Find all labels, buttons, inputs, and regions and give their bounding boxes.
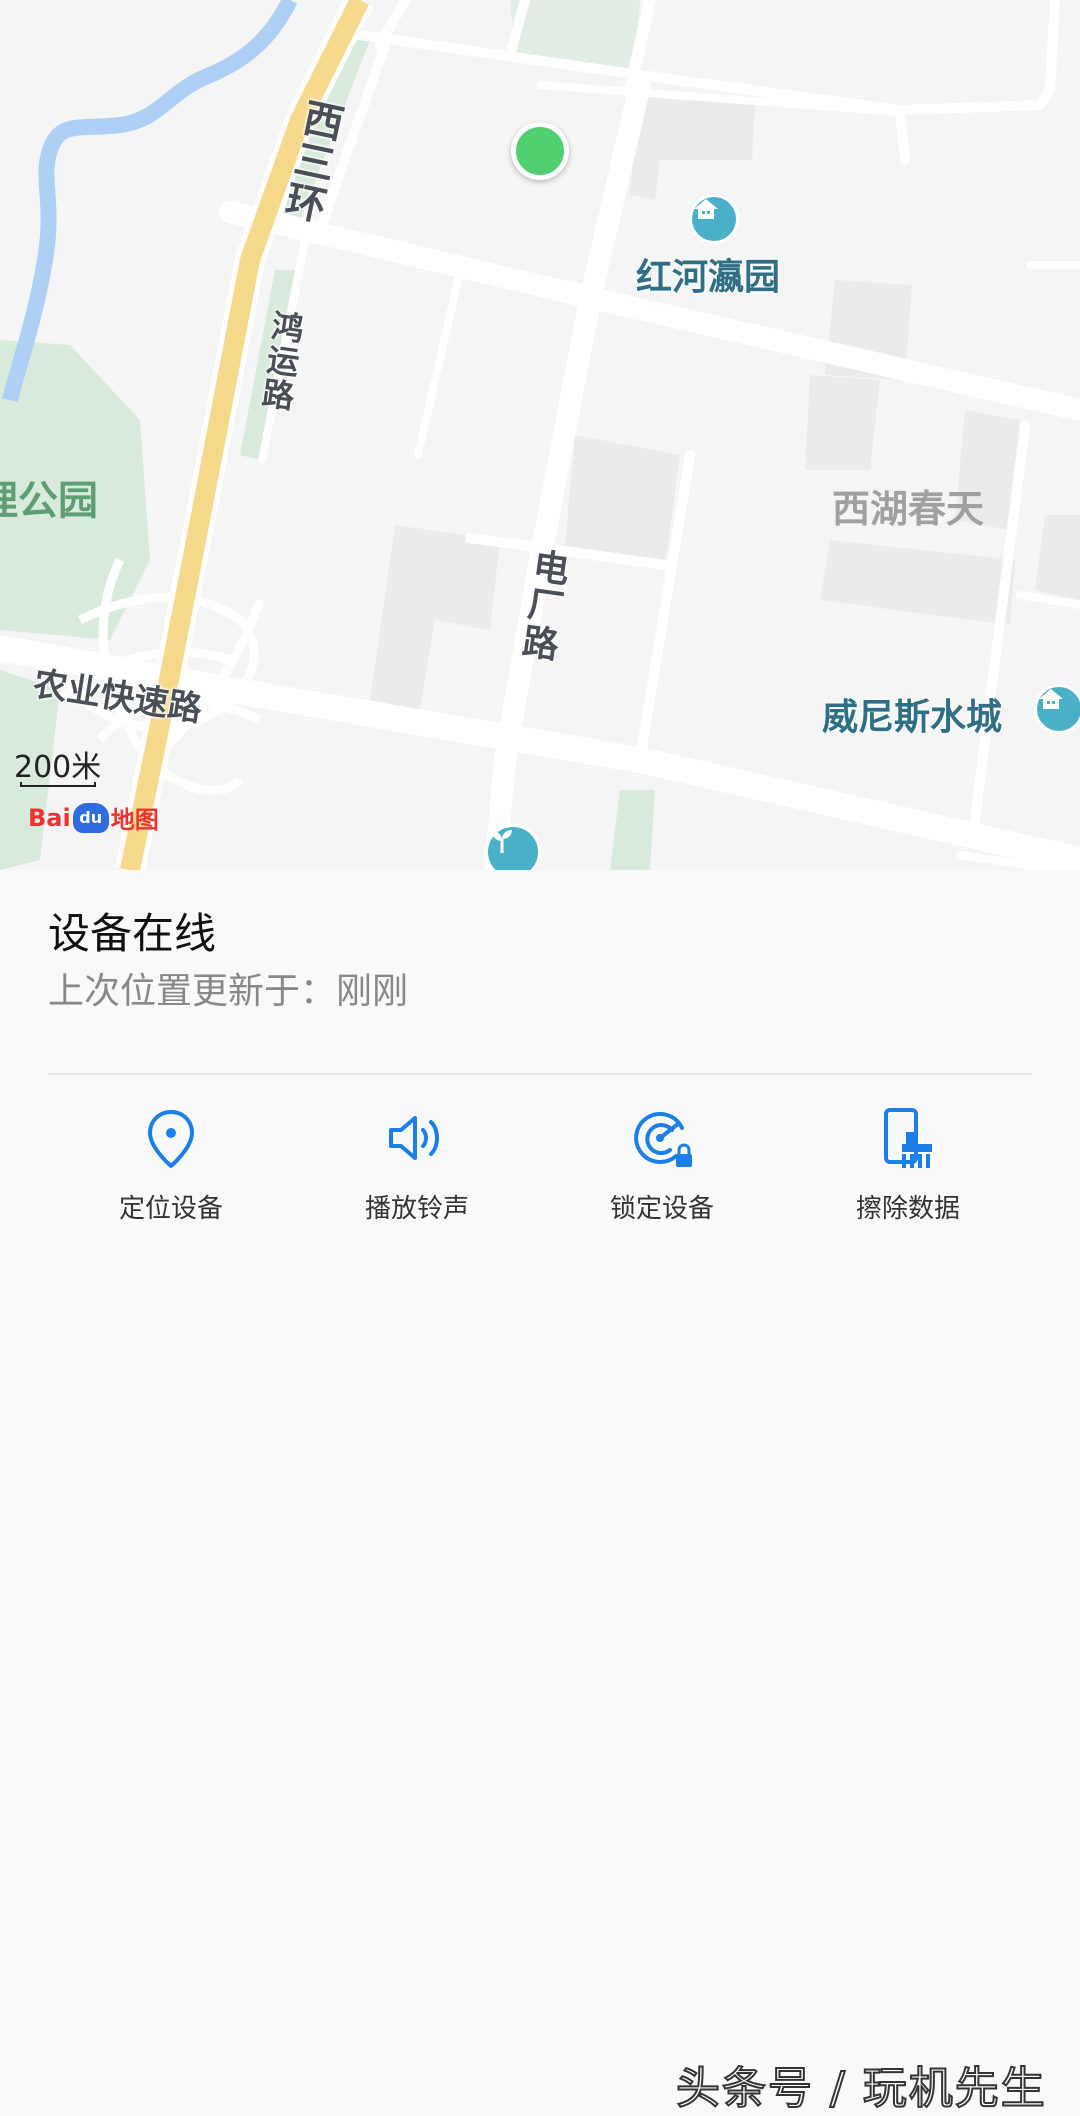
location-pin-icon <box>148 1110 194 1168</box>
play-ringtone-button[interactable]: 播放铃声 <box>297 1106 537 1225</box>
divider <box>48 1073 1032 1075</box>
map-view[interactable]: 西三环 鸿运路 电厂路 农业快速路 红河瀛园 西湖春天 理公园 威尼斯水城 20… <box>0 0 1080 870</box>
action-label: 播放铃声 <box>364 1194 469 1224</box>
device-location-marker[interactable] <box>511 122 569 180</box>
lock-radar-icon <box>634 1111 692 1167</box>
lock-device-button[interactable]: 锁定设备 <box>542 1106 782 1225</box>
poi-label-venice-water-city[interactable]: 威尼斯水城 <box>822 688 1002 740</box>
action-label: 定位设备 <box>118 1194 223 1224</box>
erase-phone-icon <box>884 1108 932 1168</box>
action-label: 锁定设备 <box>609 1194 714 1224</box>
watermark-text: 头条号 / 玩机先生 <box>675 2062 1047 2115</box>
device-status-title: 设备在线 <box>48 909 217 958</box>
area-label-xihu-chuntian: 西湖春天 <box>832 487 985 531</box>
erase-data-button[interactable]: 擦除数据 <box>788 1106 1028 1225</box>
park-label: 理公园 <box>0 478 98 524</box>
map-scale-bar <box>20 782 96 787</box>
locate-device-button[interactable]: 定位设备 <box>51 1106 291 1225</box>
action-label: 擦除数据 <box>855 1194 960 1224</box>
device-status-panel: 设备在线 上次位置更新于：刚刚 定位设备 播放铃声 锁定设备 擦除数据 头条号 … <box>0 870 1080 2115</box>
map-scale-label: 200米 <box>14 750 102 785</box>
baidu-map-logo: Bai du 地图 <box>28 802 159 834</box>
poi-label-honghe-yingyuan[interactable]: 红河瀛园 <box>636 248 780 300</box>
last-update-text: 上次位置更新于：刚刚 <box>48 971 409 1012</box>
residence-poi-icon[interactable] <box>689 194 739 244</box>
residence-poi-icon[interactable] <box>1034 684 1080 734</box>
speaker-icon <box>389 1116 439 1160</box>
